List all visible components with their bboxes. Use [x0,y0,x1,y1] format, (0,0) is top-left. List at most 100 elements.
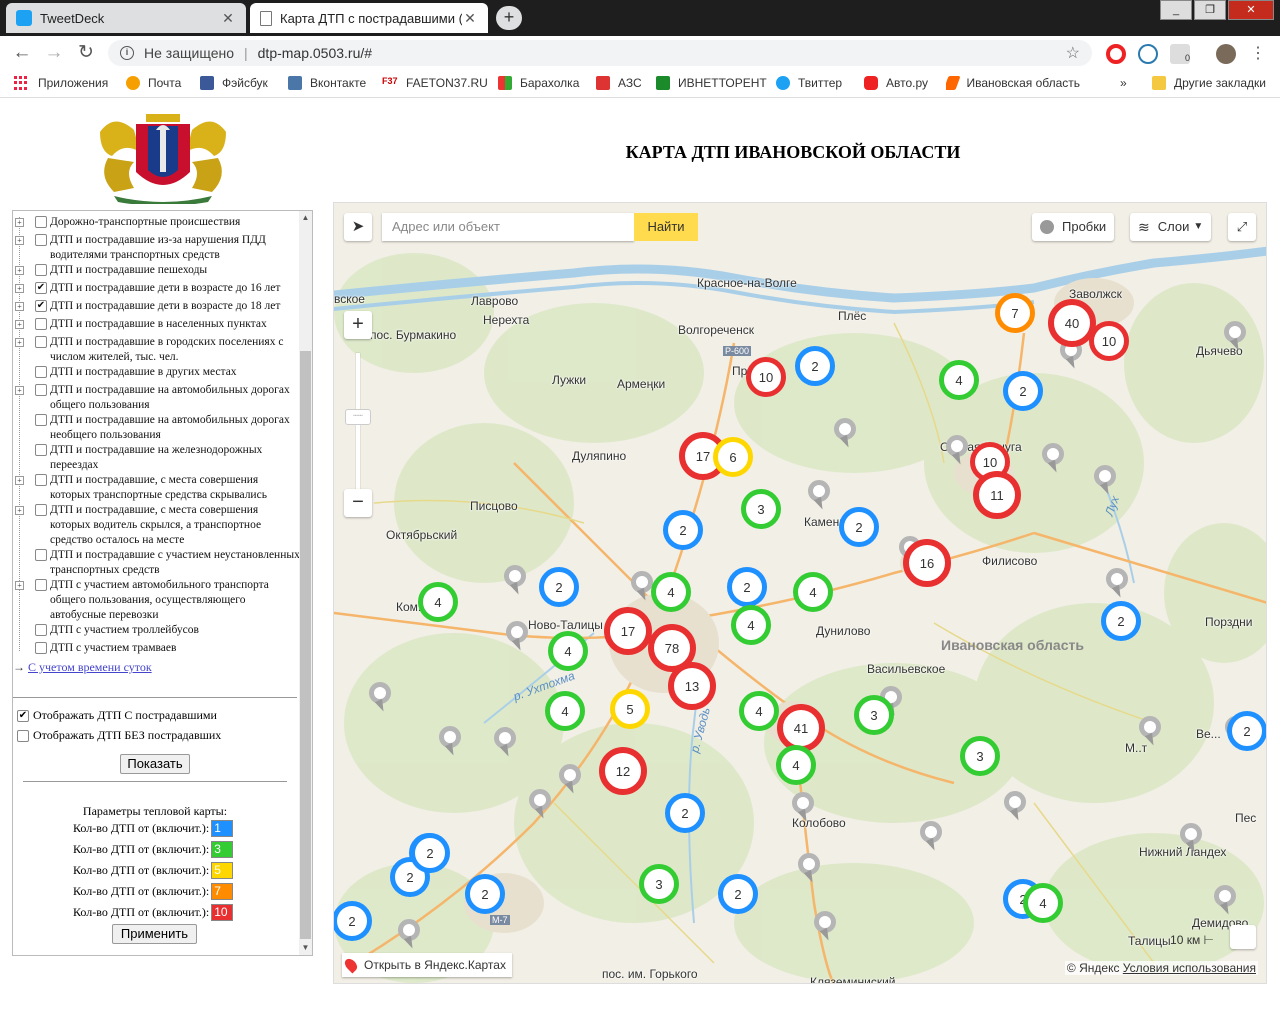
accident-cluster[interactable]: 4 [739,691,779,731]
accident-cluster[interactable]: 2 [410,833,450,873]
accident-cluster[interactable]: 2 [839,507,879,547]
accident-marker[interactable] [1214,885,1236,917]
accident-cluster[interactable]: 2 [1227,711,1266,751]
scroll-thumb[interactable] [300,351,311,939]
maximize-button[interactable]: ❐ [1194,0,1226,20]
accident-cluster[interactable]: 2 [665,793,705,833]
tree-item-checkbox[interactable]: ✔ [35,300,47,312]
accident-cluster[interactable]: 10 [746,357,786,397]
bookmark-ivanovo-region[interactable]: Ивановская область [946,76,1080,90]
accident-marker[interactable] [834,418,856,450]
accident-marker[interactable] [559,764,581,796]
tree-item-checkbox[interactable]: ✔ [35,282,47,294]
accident-cluster[interactable]: 2 [663,510,703,550]
apply-button[interactable]: Применить [112,924,197,944]
layers-button[interactable]: ≋ Слои ▼ [1130,213,1212,241]
show-with-injured-option[interactable]: ✔ Отображать ДТП С пострадавшими [17,708,217,723]
bookmark-vkontakte[interactable]: Вконтакте [288,76,366,90]
accident-marker[interactable] [1094,465,1116,497]
heatmap-threshold-input[interactable]: 5 [211,862,234,879]
tree-item[interactable]: ДТП с участием трамваев [15,641,299,656]
geolocation-icon[interactable]: ➤ [344,213,372,241]
show-with-injured-checkbox[interactable]: ✔ [17,709,29,722]
accident-cluster[interactable]: 2 [718,874,758,914]
bookmark-mail[interactable]: Почта [126,76,181,90]
accident-marker[interactable] [504,565,526,597]
tree-item[interactable]: + ДТП с участием автомобильного транспорт… [15,578,299,623]
extension-icon[interactable] [1138,44,1158,64]
accident-cluster[interactable]: 16 [903,539,951,587]
accident-cluster[interactable]: 2 [727,567,767,607]
tree-item[interactable]: ДТП и пострадавшие в других местах [15,365,299,380]
tree-item-checkbox[interactable] [35,216,47,228]
extension-badge-icon[interactable]: 0 [1170,44,1190,64]
bookmark-autoru[interactable]: Авто.ру [864,76,928,90]
accident-cluster[interactable]: 4 [731,605,771,645]
avatar[interactable] [1216,44,1236,64]
tree-item[interactable]: ДТП и пострадавшие на железнодорожных пе… [15,443,299,473]
accident-marker[interactable] [1042,443,1064,475]
zoom-in-button[interactable]: + [344,311,372,339]
info-icon[interactable]: i [120,46,134,60]
bookmark-twitter[interactable]: Твиттер [776,76,842,90]
expand-plus-icon[interactable]: + [15,302,24,311]
tree-item-checkbox[interactable] [35,414,47,426]
tree-item[interactable]: + ДТП и пострадавшие из-за нарушения ПДД … [15,233,299,263]
tree-item-checkbox[interactable] [35,264,47,276]
accident-cluster[interactable]: 3 [639,864,679,904]
accident-marker[interactable] [1180,823,1202,855]
accident-cluster[interactable]: 2 [465,874,505,914]
accident-cluster[interactable]: 13 [668,662,716,710]
accident-marker[interactable] [1106,568,1128,600]
tree-item[interactable]: + ✔ ДТП и пострадавшие дети в возрасте до … [15,299,299,314]
bookmark-baraholka[interactable]: Барахолка [498,76,579,90]
tree-item-checkbox[interactable] [35,384,47,396]
tree-item-checkbox[interactable] [35,318,47,330]
expand-plus-icon[interactable]: + [15,218,24,227]
accident-marker[interactable] [1139,716,1161,748]
accident-cluster[interactable]: 2 [539,567,579,607]
bookmark-star-icon[interactable]: ☆ [1066,43,1080,63]
accident-marker[interactable] [1004,791,1026,823]
accident-cluster[interactable]: 4 [1023,883,1063,923]
expand-plus-icon[interactable]: + [15,476,24,485]
tree-item[interactable]: ДТП и пострадавшие на автомобильных доро… [15,413,299,443]
accident-marker[interactable] [808,480,830,512]
tree-item-checkbox[interactable] [35,624,47,636]
forward-arrow-icon[interactable]: → [42,42,66,64]
tree-item[interactable]: + ДТП и пострадавшие в населенных пунктах [15,317,299,332]
accident-marker[interactable] [798,853,820,885]
time-of-day-link[interactable]: С учетом времени суток [28,660,152,674]
new-tab-button[interactable]: + [496,6,522,30]
accident-marker[interactable] [529,789,551,821]
expand-plus-icon[interactable]: + [15,386,24,395]
tree-item[interactable]: ДТП и пострадавшие с участием неустановл… [15,548,299,578]
scroll-down-icon[interactable]: ▼ [299,941,312,955]
zoom-slider-handle[interactable]: ┄┄ [345,409,371,425]
accident-cluster[interactable]: 2 [1101,601,1141,641]
accident-cluster[interactable]: 11 [973,471,1021,519]
show-without-injured-option[interactable]: Отображать ДТП БЕЗ пострадавших [17,728,221,743]
map-search-input[interactable]: Адрес или объект [382,213,634,241]
show-button[interactable]: Показать [120,754,190,774]
bookmark-facebook[interactable]: Фэйсбук [200,76,268,90]
accident-cluster[interactable]: 4 [545,691,585,731]
expand-plus-icon[interactable]: + [15,338,24,347]
menu-dots-icon[interactable]: ⋮ [1250,44,1266,64]
accident-cluster[interactable]: 4 [418,582,458,622]
traffic-button[interactable]: Пробки [1032,213,1115,241]
ruler-icon[interactable] [1230,925,1256,949]
accident-marker[interactable] [439,726,461,758]
tree-item[interactable]: + ДТП и пострадавшие в городских поселени… [15,335,299,365]
bookmark-ivnettorrent[interactable]: ИВНЕТТОРЕНТ [656,76,767,90]
address-bar[interactable]: i Не защищено | dtp-map.0503.ru/# ☆ [108,40,1092,66]
sidebar-scrollbar[interactable]: ▲ ▼ [299,211,312,955]
tree-item-checkbox[interactable] [35,444,47,456]
fullscreen-icon[interactable]: ⤢ [1228,213,1256,241]
expand-plus-icon[interactable]: + [15,284,24,293]
accident-cluster[interactable]: 4 [651,572,691,612]
accident-marker[interactable] [792,792,814,824]
bookmark-faeton[interactable]: F37 FAETON37.RU [382,76,488,90]
accident-cluster[interactable]: 3 [854,695,894,735]
accident-marker[interactable] [369,682,391,714]
